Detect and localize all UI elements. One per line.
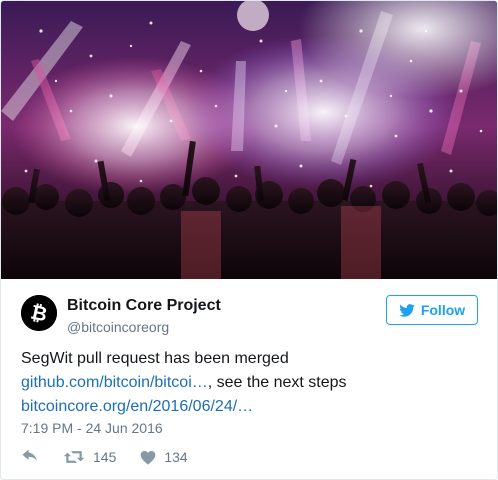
- tweet-media-photo[interactable]: [1, 1, 497, 279]
- like-count: 134: [164, 449, 188, 465]
- tweet-text-line-3: bitcoincore.org/en/2016/06/24/…: [21, 395, 481, 419]
- author-display-name[interactable]: Bitcoin Core Project: [67, 297, 221, 315]
- concert-photo: [1, 1, 497, 279]
- follow-label: Follow: [420, 302, 466, 318]
- tweet-text-after-link: , see the next steps: [207, 374, 347, 391]
- tweet-text-line-1: SegWit pull request has been merged: [21, 350, 289, 367]
- github-link[interactable]: github.com/bitcoin/bitcoi…: [21, 374, 208, 391]
- author-handle[interactable]: @bitcoincoreorg: [67, 319, 169, 335]
- tweet-card: ₿ Bitcoin Core Project @bitcoincoreorg F…: [0, 0, 498, 480]
- heart-icon: [141, 450, 156, 465]
- retweet-count: 145: [93, 449, 117, 465]
- tweet-text: SegWit pull request has been merged gith…: [21, 347, 481, 419]
- twitter-bird-icon: [399, 303, 415, 317]
- tweet-text-line-2: github.com/bitcoin/bitcoi…, see the next…: [21, 371, 481, 395]
- bitcoin-glyph: ₿: [21, 295, 57, 331]
- retweet-button[interactable]: 145: [63, 449, 116, 465]
- tweet-actions: 145 134: [21, 447, 188, 467]
- reply-icon: [22, 449, 37, 461]
- bitcoincore-link[interactable]: bitcoincore.org/en/2016/06/24/…: [21, 398, 253, 415]
- like-button[interactable]: 134: [140, 449, 188, 465]
- tweet-timestamp[interactable]: 7:19 PM - 24 Jun 2016: [21, 420, 163, 436]
- retweet-icon: [63, 451, 85, 463]
- bitcoin-logo-icon[interactable]: ₿: [21, 295, 57, 331]
- follow-button[interactable]: Follow: [386, 295, 478, 325]
- reply-button[interactable]: [21, 449, 39, 465]
- tweet-header: ₿ Bitcoin Core Project @bitcoincoreorg F…: [1, 279, 497, 339]
